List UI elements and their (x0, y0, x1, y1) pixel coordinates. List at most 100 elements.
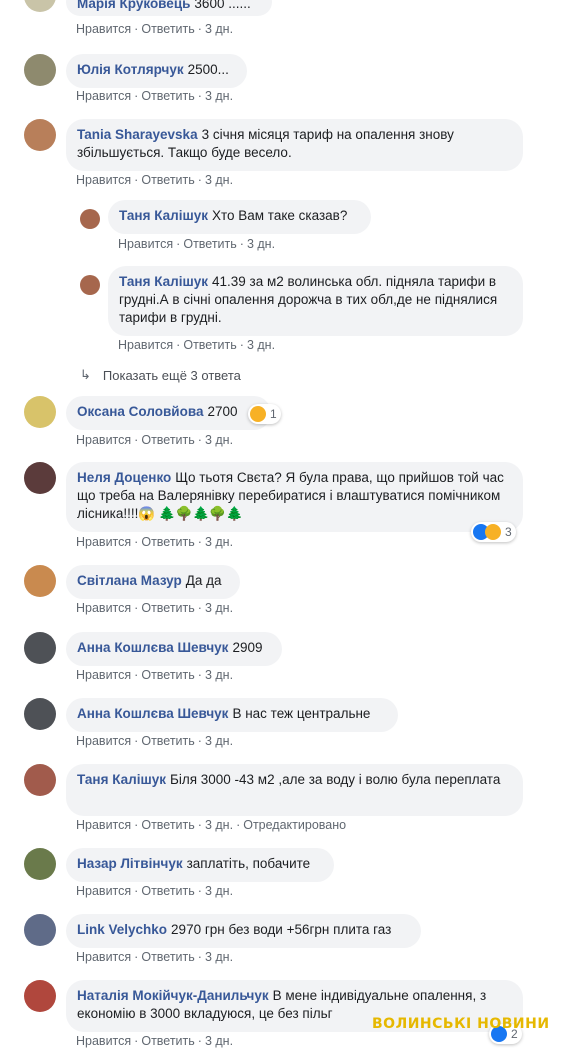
reply-link[interactable]: Ответить (141, 89, 194, 103)
comment-time[interactable]: 3 дн. (247, 338, 275, 352)
reaction-number: 3 (505, 525, 512, 539)
comment-bubble: Анна Кошлєва Шевчук В нас теж центральне (66, 698, 398, 732)
comment-author[interactable]: Назар Літвінчук (77, 856, 183, 871)
show-more-replies-link[interactable]: ↳ Показать ещё 3 ответа (80, 367, 241, 383)
comment-author[interactable]: Таня Калішук (119, 208, 208, 223)
comment-time[interactable]: 3 дн. (205, 1034, 233, 1048)
like-link[interactable]: Нравится (118, 338, 173, 352)
comment-bubble: Назар Літвінчук заплатіть, побачите (66, 848, 334, 882)
comment-time[interactable]: 3 дн. (205, 535, 233, 549)
comment-author[interactable]: Таня Калішук (77, 772, 166, 787)
comment-actions: Нравится · Ответить · 3 дн. (76, 89, 234, 103)
comment-time[interactable]: 3 дн. (247, 237, 275, 251)
like-link[interactable]: Нравится (76, 1034, 131, 1048)
avatar[interactable] (24, 764, 56, 796)
watermark-logo: ВОЛИНСЬКІ НОВИНИ (372, 1016, 550, 1032)
reply-link[interactable]: Ответить (141, 884, 194, 898)
comment-author[interactable]: Неля Доценко (77, 470, 171, 485)
comment-time[interactable]: 3 дн. (205, 950, 233, 964)
comment-author[interactable]: Оксана Соловйова (77, 404, 203, 419)
avatar[interactable] (24, 980, 56, 1012)
comment-actions: Нравится · Ответить · 3 дн. (76, 173, 234, 187)
like-link[interactable]: Нравится (76, 433, 131, 447)
reaction-count[interactable]: 3 (471, 522, 516, 542)
comment-actions: Нравится · Ответить · 3 дн. (76, 734, 234, 748)
reply-link[interactable]: Ответить (183, 338, 236, 352)
reply-link[interactable]: Ответить (141, 734, 194, 748)
like-link[interactable]: Нравится (76, 535, 131, 549)
comment-time[interactable]: 3 дн. (205, 173, 233, 187)
reply-link[interactable]: Ответить (183, 237, 236, 251)
comment-text: Хто Вам таке сказав? (211, 208, 348, 223)
comment-time[interactable]: 3 дн. (205, 22, 233, 36)
avatar[interactable] (24, 0, 56, 12)
reaction-number: 1 (270, 407, 277, 421)
reply-bubble: Таня Калішук 41.39 за м2 волинська обл. п… (108, 266, 523, 336)
avatar[interactable] (24, 462, 56, 494)
avatar[interactable] (24, 119, 56, 151)
reply-link[interactable]: Ответить (141, 601, 194, 615)
avatar[interactable] (80, 209, 100, 229)
comment-author[interactable]: Таня Калішук (119, 274, 208, 289)
comment-text: Біля 3000 -43 м2 ,але за воду і волю бул… (169, 772, 501, 787)
comment-time[interactable]: 3 дн. (205, 734, 233, 748)
reply-bubble: Таня Калішук Хто Вам таке сказав? (108, 200, 371, 234)
reply-link[interactable]: Ответить (141, 818, 194, 832)
reply-link[interactable]: Ответить (141, 173, 194, 187)
comment-author[interactable]: Юлія Котлярчук (77, 62, 184, 77)
like-link[interactable]: Нравится (76, 884, 131, 898)
comment-bubble: Марія Круковець 3600 ...... (66, 0, 272, 16)
like-link[interactable]: Нравится (118, 237, 173, 251)
reply-link[interactable]: Ответить (141, 433, 194, 447)
comment-author[interactable]: Анна Кошлєва Шевчук (77, 706, 228, 721)
like-link[interactable]: Нравится (76, 950, 131, 964)
avatar[interactable] (24, 848, 56, 880)
comment-actions: Нравится · Ответить · 3 дн. · Отредактировано (76, 818, 347, 832)
like-link[interactable]: Нравится (76, 22, 131, 36)
comment-author[interactable]: Марія Круковець (77, 0, 190, 11)
avatar[interactable] (24, 914, 56, 946)
reaction-count[interactable]: 1 (248, 404, 281, 424)
comment-text: Да да (185, 573, 222, 588)
comment-actions: Нравится · Ответить · 3 дн. (76, 950, 234, 964)
like-link[interactable]: Нравится (76, 601, 131, 615)
comment-bubble: Неля Доценко Що тьотя Свєта? Я була права… (66, 462, 523, 532)
comment-time[interactable]: 3 дн. (205, 884, 233, 898)
like-link[interactable]: Нравится (76, 734, 131, 748)
avatar[interactable] (24, 698, 56, 730)
comment-text: 2909 (232, 640, 263, 655)
reply-link[interactable]: Ответить (141, 1034, 194, 1048)
reply-link[interactable]: Ответить (141, 535, 194, 549)
comment-time[interactable]: 3 дн. (205, 818, 233, 832)
comment-time[interactable]: 3 дн. (205, 89, 233, 103)
comment-author[interactable]: Tania Sharayevska (77, 127, 198, 142)
comment-time[interactable]: 3 дн. (205, 668, 233, 682)
comment-actions: Нравится · Ответить · 3 дн. (76, 22, 234, 36)
like-link[interactable]: Нравится (76, 173, 131, 187)
edited-label[interactable]: Отредактировано (243, 818, 346, 832)
comment-text: заплатіть, побачите (186, 856, 311, 871)
show-more-label[interactable]: Показать ещё 3 ответа (103, 368, 241, 383)
comment-author[interactable]: Наталія Мокійчук-Данильчук (77, 988, 269, 1003)
comment-author[interactable]: Link Velychko (77, 922, 167, 937)
avatar[interactable] (24, 565, 56, 597)
comment-text: 3600 ...... (194, 0, 251, 11)
like-link[interactable]: Нравится (76, 89, 131, 103)
comment-actions: Нравится · Ответить · 3 дн. (76, 1034, 234, 1048)
comment-author[interactable]: Світлана Мазур (77, 573, 182, 588)
avatar[interactable] (24, 396, 56, 428)
comment-time[interactable]: 3 дн. (205, 601, 233, 615)
avatar[interactable] (24, 54, 56, 86)
comment-bubble: Оксана Соловйова 2700 (66, 396, 271, 430)
comment-text: В нас теж центральне (232, 706, 371, 721)
like-link[interactable]: Нравится (76, 668, 131, 682)
reply-link[interactable]: Ответить (141, 668, 194, 682)
comment-time[interactable]: 3 дн. (205, 433, 233, 447)
reply-link[interactable]: Ответить (141, 22, 194, 36)
comment-author[interactable]: Анна Кошлєва Шевчук (77, 640, 228, 655)
like-link[interactable]: Нравится (76, 818, 131, 832)
avatar[interactable] (80, 275, 100, 295)
comment-bubble: Юлія Котлярчук 2500... (66, 54, 247, 88)
avatar[interactable] (24, 632, 56, 664)
reply-link[interactable]: Ответить (141, 950, 194, 964)
